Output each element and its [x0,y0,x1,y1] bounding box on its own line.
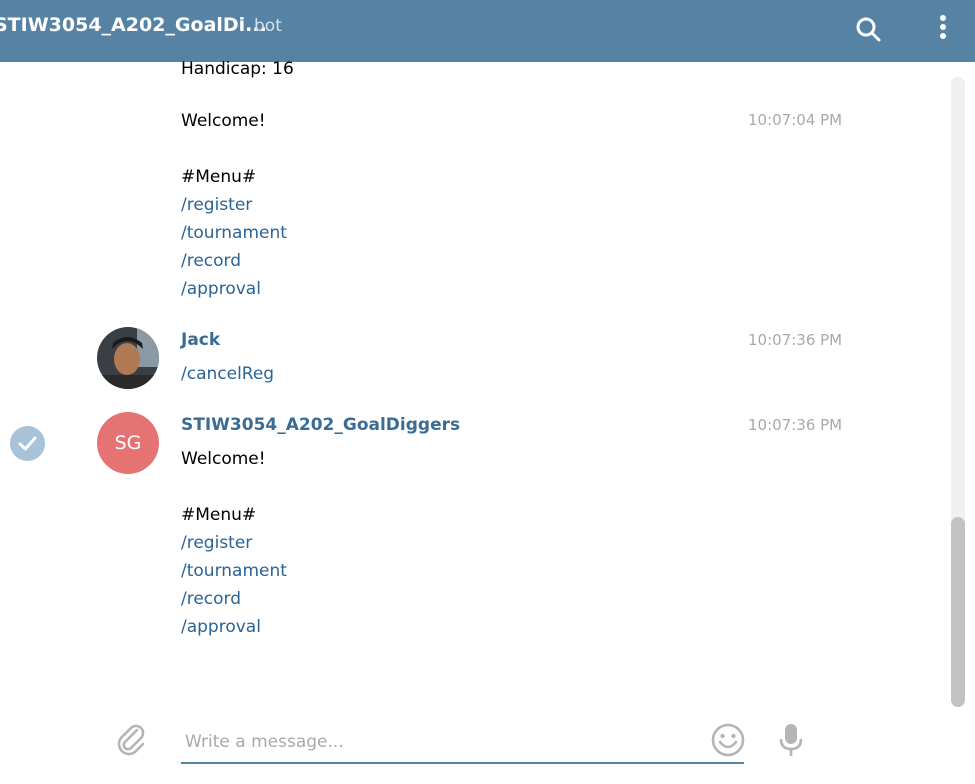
chat-title[interactable]: STIW3054_A202_GoalDi... [0,14,267,36]
command-link-tournament[interactable]: /tournament [181,222,287,244]
message-timestamp: 10:07:36 PM [748,416,843,434]
command-link-register[interactable]: /register [181,532,252,554]
voice-record-button[interactable] [773,720,809,764]
search-icon [856,17,881,42]
chat-subtitle: bot [254,16,282,36]
message-text: #Menu# [181,167,257,187]
search-button[interactable] [850,12,886,48]
command-link-approval[interactable]: /approval [181,278,261,300]
emoji-button[interactable] [709,721,747,763]
attach-button[interactable] [112,720,150,762]
message-input[interactable] [181,722,744,764]
more-menu-button[interactable] [925,12,961,48]
message-timestamp: 10:07:04 PM [748,111,843,129]
message-text: #Menu# [181,505,257,525]
select-message-checkbox[interactable] [10,426,45,461]
avatar-jack[interactable] [97,327,159,389]
message-text: Welcome! [181,111,266,131]
paperclip-icon [117,724,145,756]
command-link-register[interactable]: /register [181,194,252,216]
scrollbar-thumb[interactable] [951,517,965,707]
command-link-cancelreg[interactable]: /cancelReg [181,363,274,385]
avatar-bot[interactable]: SG [97,412,159,474]
chat-header: STIW3054_A202_GoalDi... bot [0,0,975,62]
command-link-record[interactable]: /record [181,588,241,610]
microphone-icon [779,724,803,756]
command-link-approval[interactable]: /approval [181,616,261,638]
sender-name[interactable]: STIW3054_A202_GoalDiggers [181,415,460,435]
more-vertical-icon [940,15,946,39]
smiley-icon [711,723,745,757]
user-photo-icon [97,327,159,389]
message-text: Welcome! [181,449,266,469]
sender-name[interactable]: Jack [181,330,220,350]
message-text: Handicap: 16 [181,59,294,79]
check-icon [18,436,37,451]
command-link-record[interactable]: /record [181,250,241,272]
message-timestamp: 10:07:36 PM [748,331,843,349]
command-link-tournament[interactable]: /tournament [181,560,287,582]
